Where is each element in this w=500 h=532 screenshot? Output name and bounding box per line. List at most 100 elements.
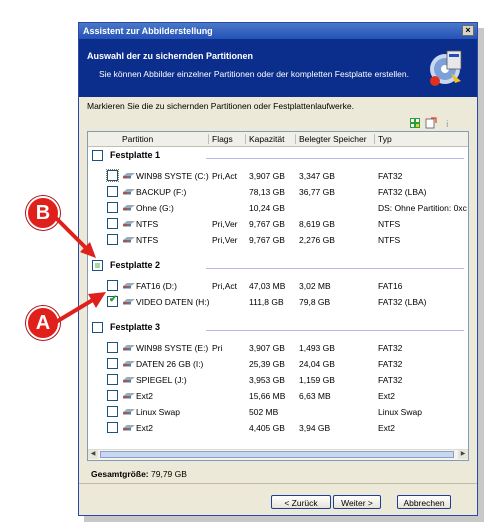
grid-view-icon[interactable] — [409, 117, 421, 129]
partition-type: FAT16 — [378, 281, 403, 291]
partition-capacity: 15,66 MB — [249, 391, 286, 401]
partition-list: Partition Flags Kapazität Belegter Speic… — [87, 131, 469, 461]
title-bar[interactable]: Assistent zur Abbilderstellung × — [79, 23, 477, 39]
scroll-right-icon[interactable]: ▶ — [458, 450, 468, 459]
partition-icon — [123, 205, 135, 211]
close-button[interactable]: × — [462, 25, 474, 36]
partition-name: Ext2 — [136, 423, 154, 433]
partition-used: 79,8 GB — [299, 297, 331, 307]
partition-checkbox[interactable] — [107, 374, 118, 385]
partition-icon — [123, 425, 135, 431]
partition-name: WIN98 SYSTE (E:) — [136, 343, 209, 353]
table-row[interactable]: Linux Swap 502 MB Linux Swap — [88, 404, 468, 420]
list-toolbar: i — [409, 117, 463, 131]
partition-icon — [123, 345, 135, 351]
partition-checkbox[interactable] — [107, 234, 118, 245]
partition-capacity: 4,405 GB — [249, 423, 285, 433]
table-row[interactable]: SPIEGEL (J:) 3,953 GB 1,159 GB FAT32 — [88, 372, 468, 388]
total-size-label: Gesamtgröße: — [91, 469, 149, 479]
next-button[interactable]: Weiter > — [333, 495, 381, 509]
properties-icon[interactable] — [425, 117, 437, 129]
column-partition[interactable]: Partition — [122, 134, 153, 144]
disk-label: Festplatte 3 — [110, 322, 161, 332]
partition-used: 3,347 GB — [299, 171, 335, 181]
partition-checkbox[interactable] — [107, 422, 118, 433]
partition-checkbox[interactable] — [107, 186, 118, 197]
table-row[interactable]: Ohne (G:) 10,24 GB DS: Ohne Partition: 0… — [88, 200, 468, 216]
disk-group-3[interactable]: Festplatte 3 — [88, 320, 468, 336]
partition-checkbox[interactable] — [107, 280, 118, 291]
table-row[interactable]: NTFS Pri,Ver 9,767 GB 2,276 GB NTFS — [88, 232, 468, 248]
header-title: Auswahl der zu sichernden Partitionen — [87, 51, 254, 61]
partition-flags: Pri — [212, 343, 223, 353]
partition-checkbox[interactable] — [107, 358, 118, 369]
partition-type: NTFS — [378, 219, 401, 229]
group-divider — [206, 330, 464, 331]
partition-checkbox[interactable] — [107, 202, 118, 213]
callout-b-arrow-icon — [50, 212, 96, 258]
header-subtitle: Sie können Abbilder einzelner Partitione… — [99, 69, 409, 79]
disk-1-checkbox[interactable] — [92, 150, 103, 161]
disk-group-1[interactable]: Festplatte 1 — [88, 148, 468, 164]
table-row[interactable]: FAT16 (D:) Pri,Act 47,03 MB 3,02 MB FAT1… — [88, 278, 468, 294]
column-separator[interactable] — [245, 134, 246, 144]
horizontal-scrollbar[interactable]: ◀ ▶ — [88, 449, 468, 460]
partition-name: NTFS — [136, 219, 159, 229]
partition-name: WIN98 SYSTE (C:) — [136, 171, 209, 181]
partition-name: SPIEGEL (J:) — [136, 375, 187, 385]
partition-icon — [123, 221, 135, 227]
column-capacity[interactable]: Kapazität — [249, 134, 284, 144]
partition-used: 2,276 GB — [299, 235, 335, 245]
partition-checkbox[interactable] — [107, 218, 118, 229]
partition-name: Linux Swap — [136, 407, 180, 417]
column-separator[interactable] — [208, 134, 209, 144]
partition-used: 24,04 GB — [299, 359, 335, 369]
info-icon[interactable]: i — [443, 117, 455, 129]
column-separator[interactable] — [374, 134, 375, 144]
scroll-left-icon[interactable]: ◀ — [88, 450, 98, 459]
partition-icon — [123, 173, 135, 179]
partition-type: FAT32 — [378, 343, 403, 353]
column-separator[interactable] — [295, 134, 296, 144]
partition-used: 3,94 GB — [299, 423, 331, 433]
partition-icon — [123, 409, 135, 415]
table-row[interactable]: VIDEO DATEN (H:) 111,8 GB 79,8 GB FAT32 … — [88, 294, 468, 310]
partition-flags: Pri,Act — [212, 281, 238, 291]
footer-divider — [79, 483, 477, 484]
partition-name: DATEN 26 GB (I:) — [136, 359, 204, 369]
instruction-text: Markieren Sie die zu sichernden Partitio… — [87, 101, 354, 111]
table-row[interactable]: Ext2 15,66 MB 6,63 MB Ext2 — [88, 388, 468, 404]
partition-type: NTFS — [378, 235, 401, 245]
table-row[interactable]: BACKUP (F:) 78,13 GB 36,77 GB FAT32 (LBA… — [88, 184, 468, 200]
table-row[interactable]: DATEN 26 GB (I:) 25,39 GB 24,04 GB FAT32 — [88, 356, 468, 372]
partition-type: Linux Swap — [378, 407, 422, 417]
partition-icon — [123, 377, 135, 383]
back-button[interactable]: < Zurück — [271, 495, 331, 509]
partition-checkbox[interactable] — [106, 169, 119, 182]
table-row[interactable]: WIN98 SYSTE (E:) Pri 3,907 GB 1,493 GB F… — [88, 340, 468, 356]
scrollbar-thumb[interactable] — [100, 451, 454, 458]
partition-checkbox[interactable] — [107, 294, 118, 307]
table-row[interactable]: NTFS Pri,Ver 9,767 GB 8,619 GB NTFS — [88, 216, 468, 232]
partition-flags: Pri,Ver — [212, 235, 238, 245]
partition-used: 36,77 GB — [299, 187, 335, 197]
column-type[interactable]: Typ — [378, 134, 392, 144]
column-used-space[interactable]: Belegter Speicher — [299, 134, 367, 144]
partition-checkbox[interactable] — [107, 406, 118, 417]
partition-capacity: 10,24 GB — [249, 203, 285, 213]
partition-checkbox[interactable] — [107, 390, 118, 401]
table-row[interactable]: Ext2 4,405 GB 3,94 GB Ext2 — [88, 420, 468, 436]
svg-text:i: i — [446, 120, 449, 129]
table-row[interactable]: WIN98 SYSTE (C:) Pri,Act 3,907 GB 3,347 … — [88, 168, 468, 184]
partition-checkbox[interactable] — [107, 342, 118, 353]
column-flags[interactable]: Flags — [212, 134, 233, 144]
cancel-button[interactable]: Abbrechen — [397, 495, 451, 509]
partition-name: NTFS — [136, 235, 159, 245]
partition-type: FAT32 — [378, 375, 403, 385]
partition-capacity: 25,39 GB — [249, 359, 285, 369]
drive-image-logo-icon — [430, 50, 462, 86]
partition-capacity: 3,953 GB — [249, 375, 285, 385]
partition-icon — [123, 283, 135, 289]
disk-group-2[interactable]: Festplatte 2 — [88, 258, 468, 274]
partition-type: FAT32 — [378, 359, 403, 369]
